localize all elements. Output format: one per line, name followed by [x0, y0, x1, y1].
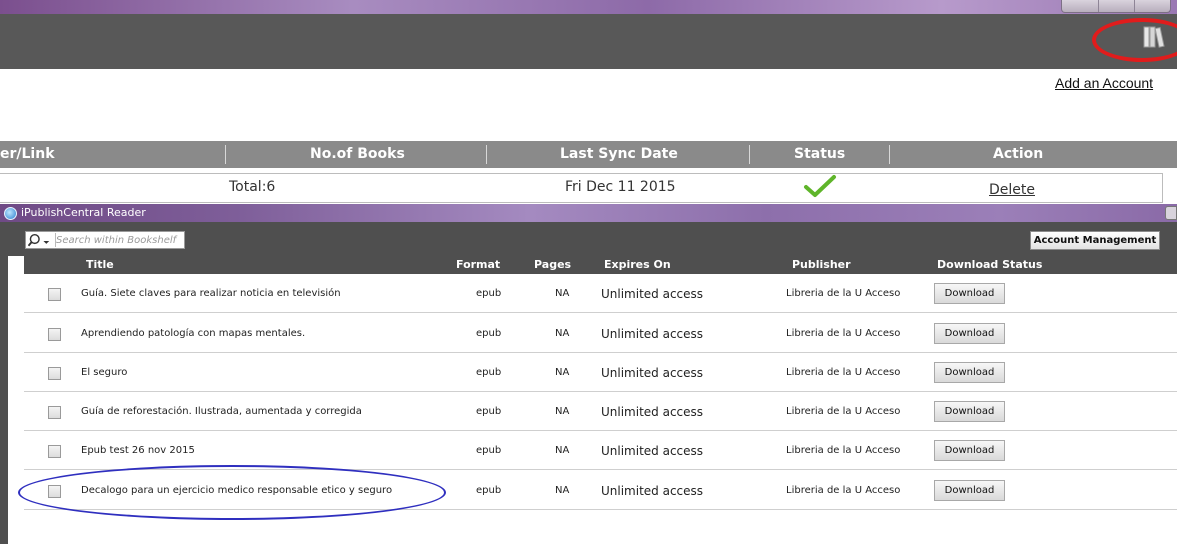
delete-account-link[interactable]: Delete — [989, 182, 1035, 198]
reader-toolbar: Account Management — [8, 222, 1177, 256]
add-account-link[interactable]: Add an Account — [1055, 75, 1153, 91]
search-input[interactable] — [56, 233, 181, 247]
download-button[interactable]: Download — [934, 283, 1005, 304]
book-pages: NA — [555, 445, 570, 456]
accounts-table-header: er/Link No.of Books Last Sync Date Statu… — [0, 141, 1177, 168]
download-button[interactable]: Download — [934, 323, 1005, 344]
search-box — [25, 231, 185, 249]
search-icon[interactable] — [28, 233, 56, 247]
column-header-link: er/Link — [0, 146, 55, 162]
download-button[interactable]: Download — [934, 362, 1005, 383]
table-row: Guía de reforestación. Ilustrada, aument… — [24, 392, 1177, 431]
window-controls[interactable] — [1061, 0, 1171, 13]
book-pages: NA — [555, 328, 570, 339]
column-header-status: Status — [794, 146, 846, 162]
column-header-action: Action — [993, 146, 1044, 162]
book-format: epub — [476, 485, 502, 496]
book-format: epub — [476, 328, 502, 339]
background-window-titlebar — [0, 0, 1177, 14]
book-format: epub — [476, 445, 502, 456]
blue-highlight-circle — [18, 465, 446, 520]
table-row: Aprendiendo patología con mapas mentales… — [24, 314, 1177, 353]
account-row: Total:6 Fri Dec 11 2015 Delete — [0, 173, 1163, 203]
total-books: Total:6 — [229, 179, 276, 195]
table-row: Epub test 26 nov 2015 epub NA Unlimited … — [24, 431, 1177, 470]
book-publisher: Libreria de la U Acceso — [786, 328, 901, 339]
book-title: Guía. Siete claves para realizar noticia… — [81, 288, 341, 299]
last-sync-date: Fri Dec 11 2015 — [565, 179, 676, 195]
row-checkbox[interactable] — [48, 445, 61, 458]
book-expires: Unlimited access — [601, 405, 704, 419]
app-logo-icon — [4, 207, 17, 220]
book-pages: NA — [555, 406, 570, 417]
book-expires: Unlimited access — [601, 484, 704, 498]
account-management-button[interactable]: Account Management — [1030, 231, 1160, 250]
table-row: Guía. Siete claves para realizar noticia… — [24, 274, 1177, 313]
download-button[interactable]: Download — [934, 480, 1005, 501]
book-expires: Unlimited access — [601, 366, 704, 380]
book-pages: NA — [555, 288, 570, 299]
window-control-icon[interactable] — [1165, 206, 1177, 220]
column-header-format[interactable]: Format — [456, 258, 500, 271]
column-header-title[interactable]: Title — [86, 258, 114, 271]
column-header-books: No.of Books — [310, 146, 405, 162]
book-pages: NA — [555, 485, 570, 496]
bookshelf-table-header: Title Format Pages Expires On Publisher … — [24, 256, 1177, 274]
row-checkbox[interactable] — [48, 288, 61, 301]
table-left-gutter — [8, 256, 24, 544]
book-title: Aprendiendo patología con mapas mentales… — [81, 328, 306, 339]
row-checkbox[interactable] — [48, 328, 61, 341]
checkmark-icon — [804, 175, 836, 197]
download-button[interactable]: Download — [934, 440, 1005, 461]
book-publisher: Libreria de la U Acceso — [786, 288, 901, 299]
book-format: epub — [476, 288, 502, 299]
window-title: iPublishCentral Reader — [21, 206, 146, 219]
book-format: epub — [476, 406, 502, 417]
book-title: Guía de reforestación. Ilustrada, aument… — [81, 406, 362, 417]
book-title: Epub test 26 nov 2015 — [81, 445, 195, 456]
column-header-download-status[interactable]: Download Status — [937, 258, 1042, 271]
column-header-publisher[interactable]: Publisher — [792, 258, 851, 271]
book-publisher: Libreria de la U Acceso — [786, 406, 901, 417]
table-row: El seguro epub NA Unlimited access Libre… — [24, 353, 1177, 392]
book-expires: Unlimited access — [601, 444, 704, 458]
book-expires: Unlimited access — [601, 287, 704, 301]
column-header-expires[interactable]: Expires On — [604, 258, 671, 271]
book-expires: Unlimited access — [601, 327, 704, 341]
book-format: epub — [476, 367, 502, 378]
window-left-border — [0, 222, 8, 544]
book-title: El seguro — [81, 367, 128, 378]
reader-window-titlebar: iPublishCentral Reader — [0, 204, 1177, 222]
column-header-pages[interactable]: Pages — [534, 258, 571, 271]
book-publisher: Libreria de la U Acceso — [786, 485, 901, 496]
row-checkbox[interactable] — [48, 406, 61, 419]
book-pages: NA — [555, 367, 570, 378]
download-button[interactable]: Download — [934, 401, 1005, 422]
row-checkbox[interactable] — [48, 367, 61, 380]
book-publisher: Libreria de la U Acceso — [786, 445, 901, 456]
column-header-last-sync: Last Sync Date — [560, 146, 678, 162]
book-publisher: Libreria de la U Acceso — [786, 367, 901, 378]
account-header-bar — [0, 14, 1177, 69]
